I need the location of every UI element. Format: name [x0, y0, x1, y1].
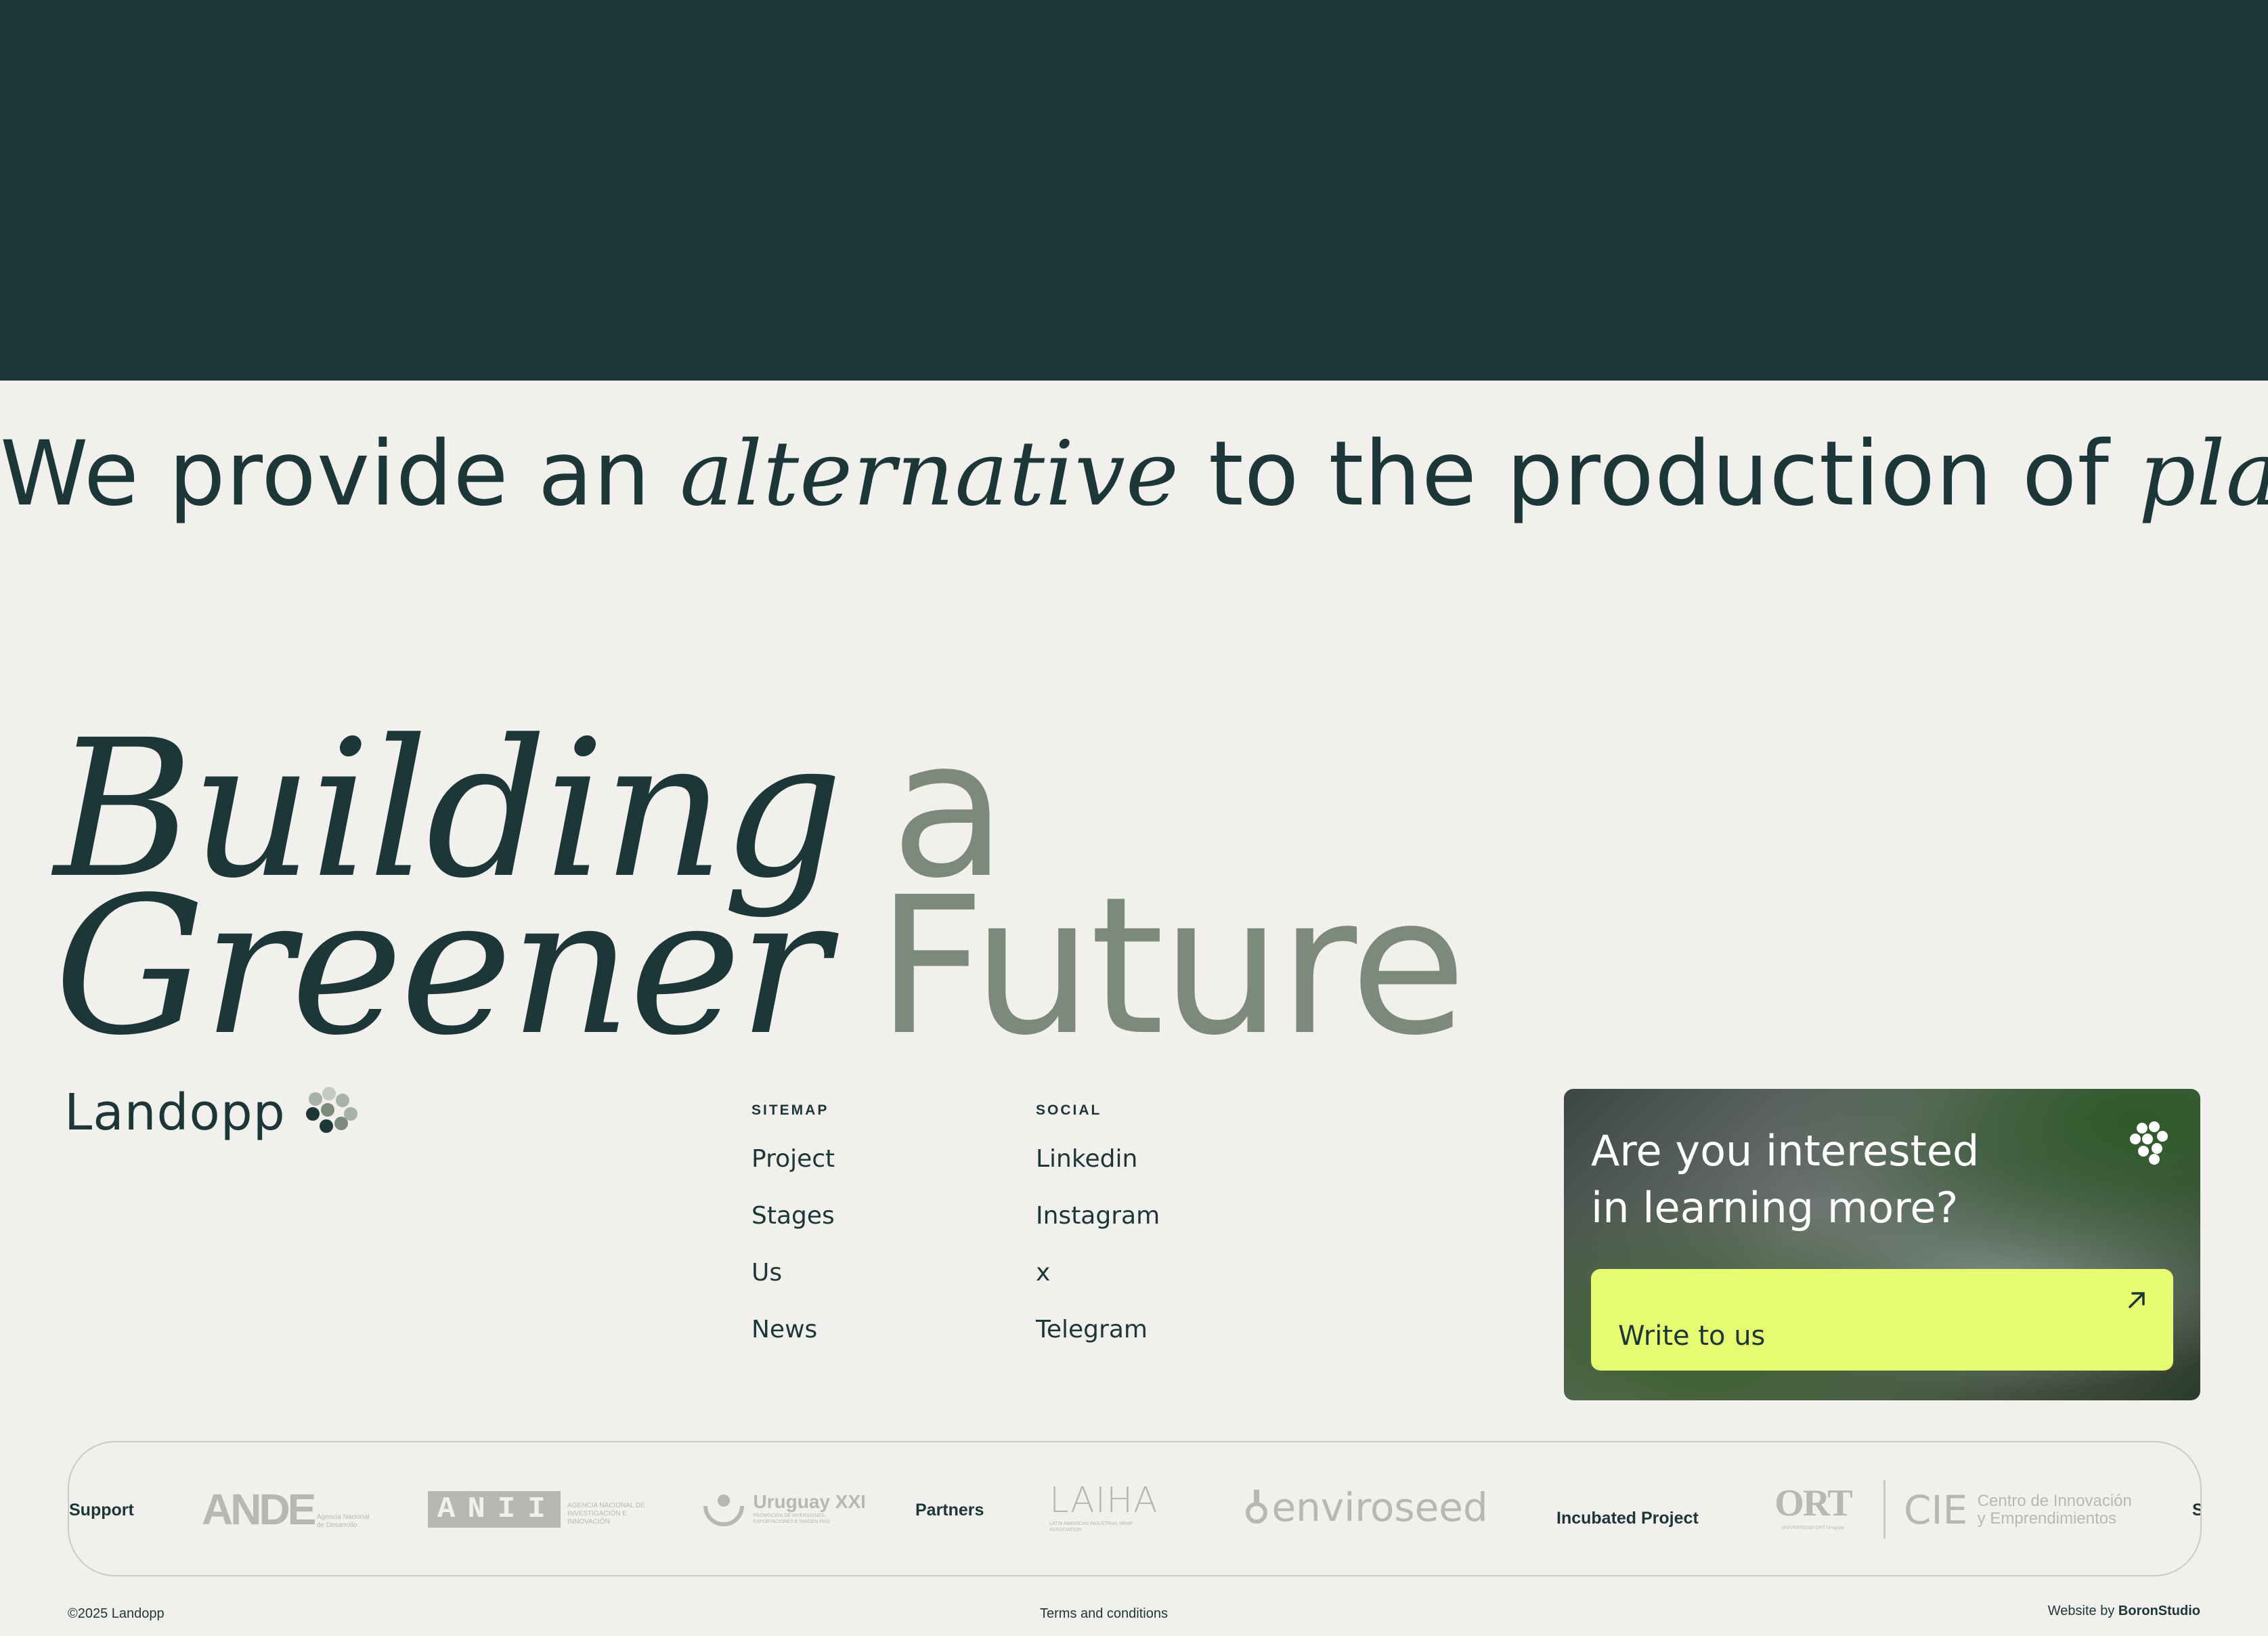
- sitemap-link-us[interactable]: Us: [751, 1245, 835, 1301]
- laiha-logo: LAIHA LATIN AMERICAN INDUSTRIAL HEMP ASS…: [1049, 1480, 1158, 1532]
- sitemap-title: SITEMAP: [751, 1102, 829, 1118]
- social-column: SOCIAL Linkedin Instagram x Telegram: [1036, 1102, 1160, 1358]
- marquee-text: We provide an alternative to the product…: [0, 413, 2268, 535]
- copyright: ©2025 Landopp: [68, 1606, 165, 1621]
- social-link-telegram[interactable]: Telegram: [1036, 1301, 1160, 1358]
- social-link-x[interactable]: x: [1036, 1245, 1160, 1301]
- sitemap-column: SITEMAP Project Stages Us News: [751, 1102, 835, 1358]
- uruguay-sun-icon: [703, 1494, 744, 1526]
- write-to-us-label: Write to us: [1618, 1320, 1766, 1352]
- ort-logo: ORT UNIVERSIDAD ORT Uruguay: [1774, 1482, 1852, 1530]
- social-title: SOCIAL: [1036, 1102, 1102, 1118]
- hero-dark-section: [0, 0, 2268, 381]
- social-link-instagram[interactable]: Instagram: [1036, 1188, 1160, 1245]
- landopp-logo-icon: [305, 1087, 357, 1133]
- marquee-part-2: alternative: [680, 422, 1179, 526]
- sitemap-link-news[interactable]: News: [751, 1301, 835, 1358]
- ande-logo: ANDE Agencia Nacional de Desarrollo: [202, 1485, 370, 1534]
- arrow-up-right-icon: [2129, 1292, 2145, 1308]
- support-label-repeat: S: [2192, 1501, 2200, 1520]
- partners-strip: Support ANDE Agencia Nacional de Desarro…: [68, 1441, 2202, 1576]
- website-credit: Website by BoronStudio: [2048, 1603, 2200, 1619]
- marquee-part-1: We provide an: [0, 422, 680, 526]
- terms-link[interactable]: Terms and conditions: [1040, 1606, 1168, 1622]
- brand-name: Landopp: [64, 1083, 286, 1142]
- website-credit-prefix: Website by: [2047, 1603, 2118, 1618]
- marquee-part-4: plastic-coat: [2138, 422, 2268, 526]
- headline-future: Future: [876, 857, 1467, 1077]
- landopp-mark-icon: [2130, 1121, 2168, 1165]
- enviroseed-seed-icon: [1246, 1490, 1267, 1524]
- sitemap-link-stages[interactable]: Stages: [751, 1188, 835, 1245]
- anii-logo: ANII AGENCIA NACIONAL DE INVESTIGACIÓN E…: [428, 1491, 647, 1528]
- incubated-project-label: Incubated Project: [1556, 1509, 1699, 1528]
- sitemap-link-project[interactable]: Project: [751, 1131, 835, 1188]
- contact-card-title: Are you interested in learning more?: [1591, 1126, 1980, 1232]
- support-label: Support: [69, 1501, 134, 1520]
- enviroseed-logo: enviroseed: [1244, 1484, 1488, 1530]
- write-to-us-button[interactable]: Write to us: [1591, 1269, 2173, 1371]
- footer-headline: Building a Greener Future: [54, 715, 1466, 1062]
- cie-logo: CIE Centro de Innovación y Emprendimient…: [1904, 1487, 2132, 1533]
- boronstudio-link[interactable]: BoronStudio: [2118, 1603, 2200, 1618]
- social-link-linkedin[interactable]: Linkedin: [1036, 1131, 1160, 1188]
- partners-label: Partners: [915, 1501, 984, 1520]
- uruguay-xxi-logo: Uruguay XXI PROMOCIÓN DE INVERSIONES, EX…: [701, 1486, 866, 1530]
- logo-divider: [1883, 1480, 1885, 1538]
- contact-card: Are you interested in learning more? Wri…: [1564, 1089, 2200, 1400]
- marquee-part-3: to the production of: [1179, 422, 2139, 526]
- headline-greener: Greener: [54, 857, 829, 1077]
- brand[interactable]: Landopp: [64, 1083, 360, 1142]
